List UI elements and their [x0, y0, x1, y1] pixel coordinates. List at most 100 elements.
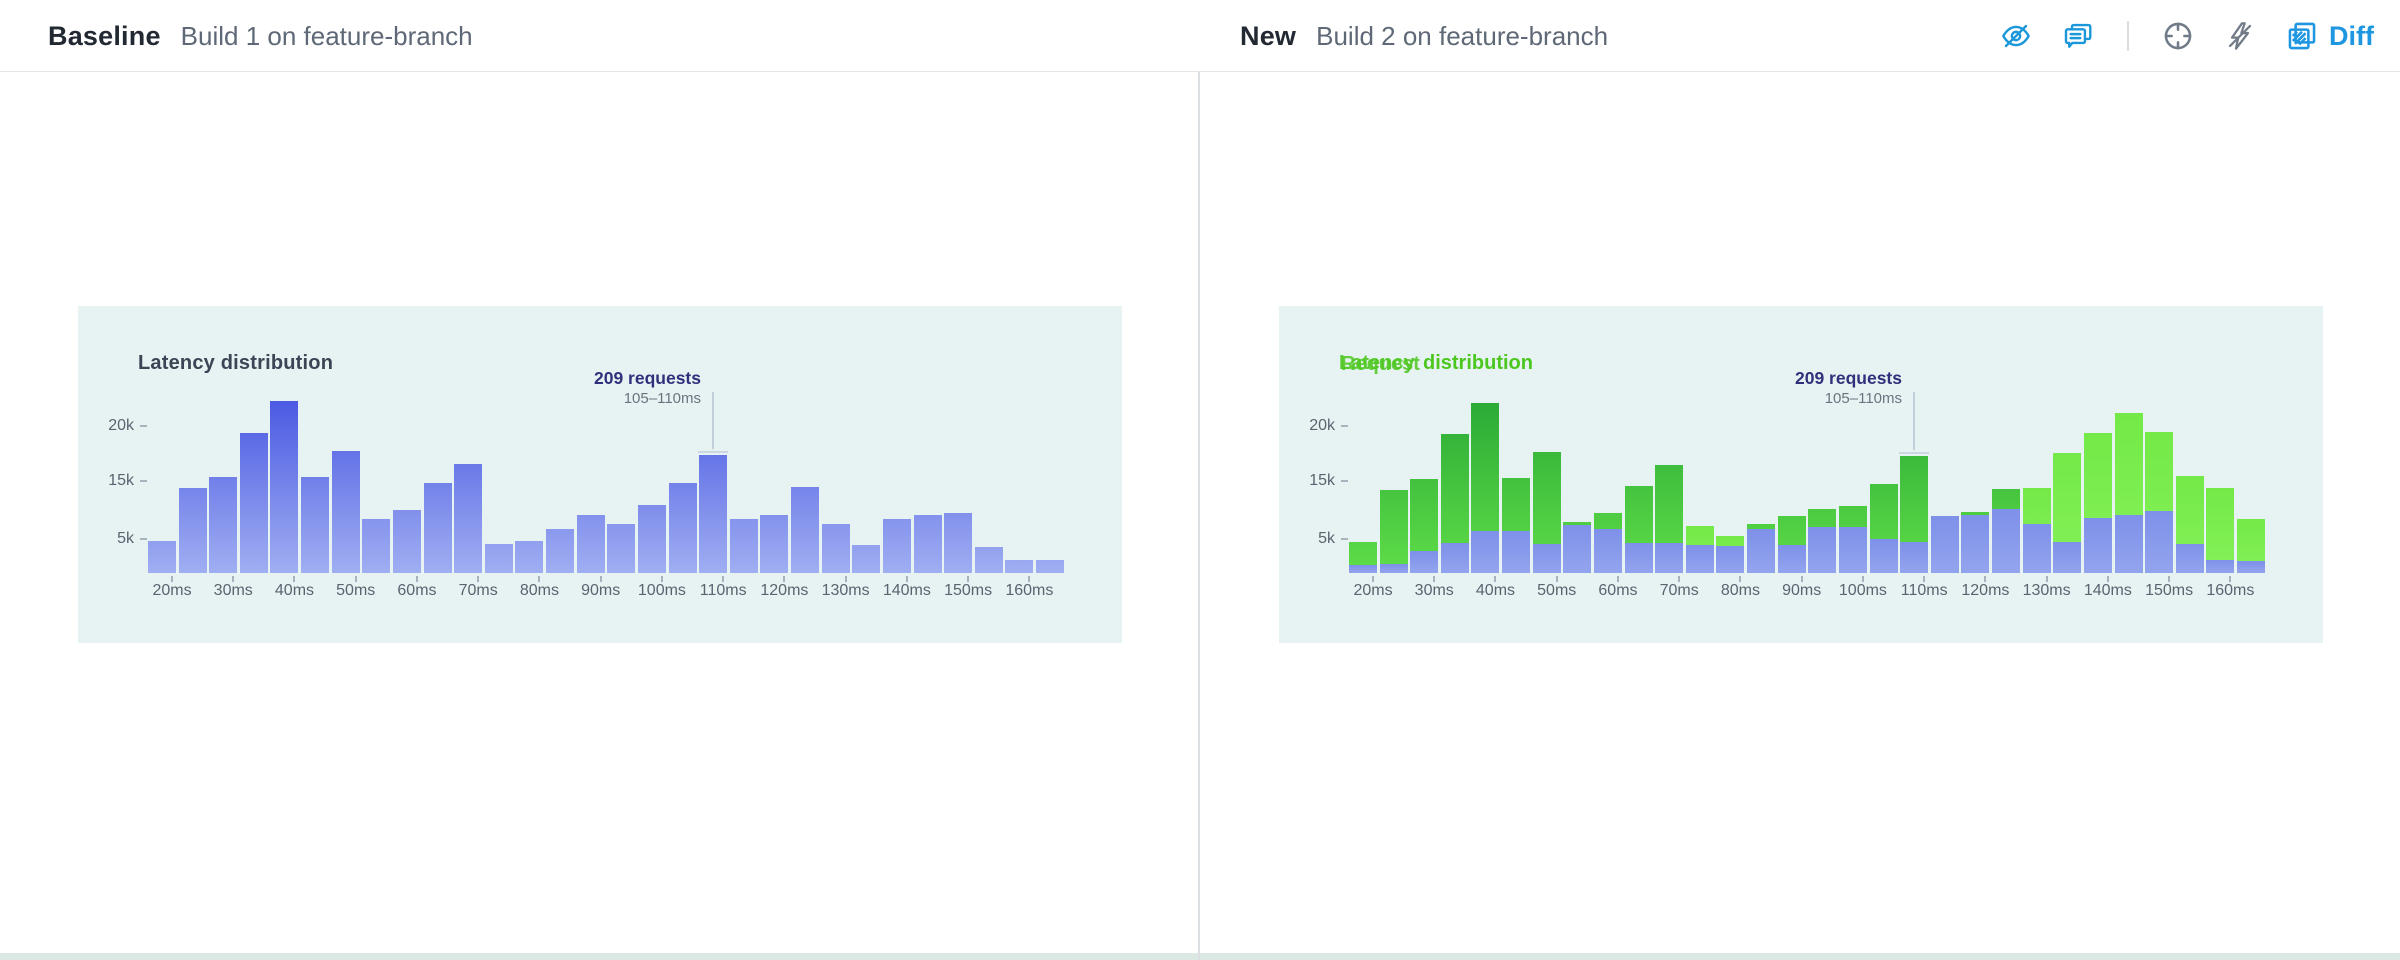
new-label: New — [1240, 21, 1296, 52]
histogram-bar-overlay-requests — [1380, 564, 1408, 573]
histogram-bar-overlay-requests — [1563, 525, 1591, 573]
histogram-bar-baseline-requests — [393, 510, 421, 573]
x-axis-tick-label: 150ms — [944, 582, 992, 600]
histogram-bar-overlay-requests — [1839, 527, 1867, 573]
annotation-value-label: 209 requests — [1795, 368, 1902, 389]
histogram-bar-overlay-requests — [1992, 509, 2020, 573]
histogram-bar-baseline-requests — [699, 455, 727, 573]
new-build-name: Build 2 on feature-branch — [1316, 21, 1608, 52]
histogram-bar-overlay-requests — [2023, 524, 2051, 573]
y-axis-tick-mark — [1341, 538, 1348, 540]
histogram-bar-baseline-requests — [760, 515, 788, 573]
y-axis-tick-label: 15k — [1289, 472, 1335, 490]
crosshair-icon — [2161, 19, 2195, 53]
histogram-bar-overlay-requests — [1471, 531, 1499, 573]
comparison-view: Baseline Build 1 on feature-branch New B… — [0, 0, 2400, 960]
x-axis-tick-label: 40ms — [275, 582, 314, 600]
histogram-bar-baseline-requests — [607, 524, 635, 573]
x-axis-tick-label: 140ms — [2084, 582, 2132, 600]
x-axis-tick-label: 60ms — [1598, 582, 1637, 600]
histogram-bar-baseline-requests — [944, 513, 972, 573]
histogram-bar-overlay-requests — [1747, 529, 1775, 573]
y-axis-tick-mark — [1341, 425, 1348, 427]
histogram-bar-overlay-requests — [1625, 543, 1653, 573]
histogram-bar-overlay-requests — [2115, 515, 2143, 573]
x-axis-tick-label: 20ms — [152, 582, 191, 600]
eye-off-icon — [2000, 20, 2032, 52]
y-axis-tick-mark — [140, 425, 147, 427]
histogram-bar-baseline-requests — [1036, 560, 1064, 573]
diff-toggle-label: Diff — [2329, 21, 2374, 52]
histogram-bar-baseline-requests — [883, 519, 911, 573]
baseline-label: Baseline — [48, 21, 161, 52]
flash-off-button[interactable] — [2223, 19, 2257, 53]
hide-diffs-button[interactable] — [1999, 19, 2033, 53]
x-axis-tick-label: 50ms — [1537, 582, 1576, 600]
histogram-bar-baseline-requests — [301, 477, 329, 573]
histogram-bar-overlay-requests — [1686, 545, 1714, 573]
histogram-bar-overlay-requests — [1778, 545, 1806, 573]
diff-toggle-button[interactable]: Diff — [2285, 19, 2374, 53]
baseline-pane-header: Baseline Build 1 on feature-branch — [48, 0, 473, 72]
x-axis-tick-label: 160ms — [1005, 582, 1053, 600]
histogram-bar-baseline-requests — [975, 547, 1003, 573]
histogram-bar-overlay-requests — [1931, 516, 1959, 573]
histogram-bar-baseline-requests — [454, 464, 482, 573]
x-axis-tick-label: 60ms — [397, 582, 436, 600]
y-axis-tick-mark — [140, 538, 147, 540]
annotated-bar-cap — [698, 451, 728, 453]
histogram-bar-baseline-requests — [515, 541, 543, 573]
x-axis-tick-label: 70ms — [1660, 582, 1699, 600]
x-axis-tick-label: 150ms — [2145, 582, 2193, 600]
comments-button[interactable] — [2061, 19, 2095, 53]
focus-regions-button[interactable] — [2161, 19, 2195, 53]
histogram-bar-new-requests — [1380, 490, 1408, 573]
toolbar: Diff — [1999, 0, 2374, 72]
x-axis-tick-label: 70ms — [459, 582, 498, 600]
histogram-bar-baseline-requests — [730, 519, 758, 573]
x-axis-tick-label: 160ms — [2206, 582, 2254, 600]
histogram-bar-baseline-requests — [546, 529, 574, 573]
lightning-slash-icon — [2224, 20, 2256, 52]
new-pane-header: New Build 2 on feature-branch — [1240, 0, 1608, 72]
histogram-bar-baseline-requests — [822, 524, 850, 573]
x-axis-tick-label: 20ms — [1353, 582, 1392, 600]
x-axis-tick-label: 90ms — [1782, 582, 1821, 600]
histogram-bar-baseline-requests — [914, 515, 942, 573]
histogram-bar-baseline-requests — [209, 477, 237, 573]
histogram-bar-overlay-requests — [1900, 542, 1928, 573]
histogram-bar-overlay-requests — [1655, 543, 1683, 573]
speech-bubbles-icon — [2062, 20, 2094, 52]
histogram-bar-overlay-requests — [1441, 543, 1469, 573]
x-axis-tick-label: 100ms — [1839, 582, 1887, 600]
histogram-bar-baseline-requests — [485, 544, 513, 573]
chart-title-glitched: LatencyRequestdistribution — [1339, 352, 1533, 378]
annotation-value-label: 209 requests — [594, 368, 701, 389]
histogram-bar-overlay-requests — [2206, 560, 2234, 573]
x-axis-tick-label: 80ms — [1721, 582, 1760, 600]
y-axis-tick-label: 5k — [1289, 530, 1335, 548]
histogram-bar-overlay-requests — [2237, 561, 2265, 573]
histogram-bar-overlay-requests — [1410, 551, 1438, 573]
x-axis-tick-label: 110ms — [1901, 582, 1948, 600]
histogram-bar-overlay-requests — [2176, 544, 2204, 573]
histogram-bar-overlay-requests — [1349, 565, 1377, 573]
histogram-bar-overlay-requests — [2084, 518, 2112, 573]
histogram-bar-overlay-requests — [2145, 511, 2173, 573]
toolbar-divider — [2127, 21, 2129, 51]
y-axis-tick-label: 20k — [1289, 417, 1335, 435]
pane-divider — [1198, 72, 1200, 960]
histogram-bar-baseline-requests — [270, 401, 298, 573]
histogram-bar-baseline-requests — [148, 541, 176, 573]
annotation-pointer-line — [1913, 392, 1915, 450]
diff-layers-icon — [2285, 19, 2319, 53]
histogram-bar-overlay-requests — [1594, 529, 1622, 573]
baseline-latency-chart: Latency distribution20k15k5k20ms30ms40ms… — [78, 306, 1122, 643]
histogram-bar-baseline-requests — [1005, 560, 1033, 573]
histogram-bar-baseline-requests — [852, 545, 880, 573]
histogram-bar-baseline-requests — [240, 433, 268, 573]
histogram-bar-overlay-requests — [1961, 515, 1989, 573]
bottom-strip — [0, 953, 2400, 960]
histogram-bar-baseline-requests — [332, 451, 360, 573]
x-axis-tick-label: 30ms — [214, 582, 253, 600]
